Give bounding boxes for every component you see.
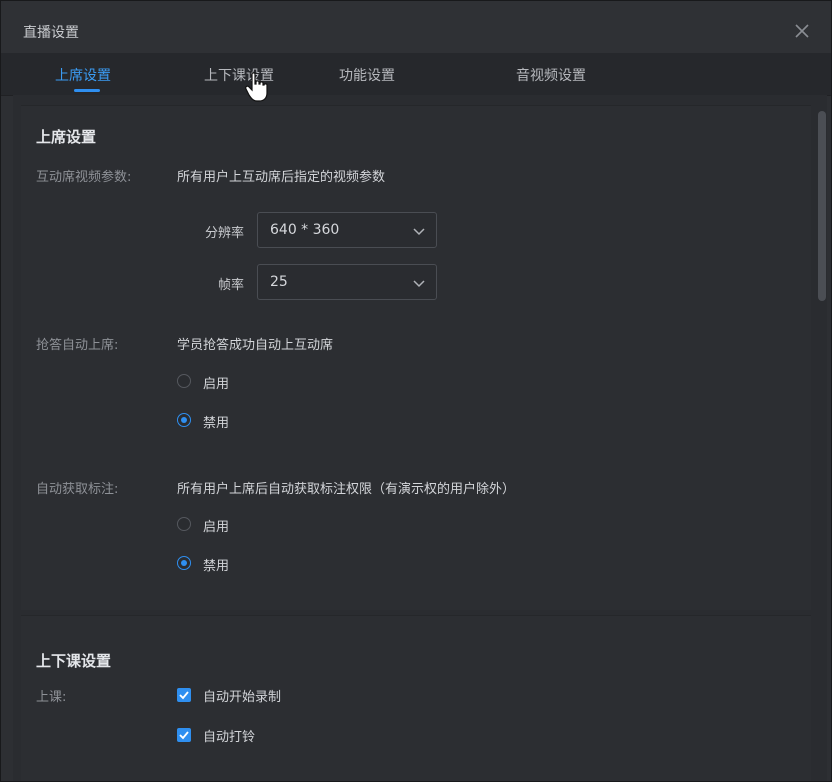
start-class-label: 上课: bbox=[36, 690, 67, 705]
framerate-label: 帧率 bbox=[217, 278, 244, 293]
resolution-select[interactable]: 640 * 360 bbox=[257, 212, 437, 248]
live-settings-dialog: 直播设置 上席设置 上下课设置 功能设置 音视频设置 上席设置 互动席视频参数:… bbox=[0, 0, 832, 782]
radio-button[interactable] bbox=[177, 374, 191, 388]
chevron-down-icon bbox=[412, 275, 426, 289]
video-params-description: 所有用户上互动席后指定的视频参数 bbox=[177, 170, 386, 185]
close-icon[interactable] bbox=[792, 21, 812, 41]
active-tab-indicator bbox=[74, 89, 100, 92]
radio-label: 禁用 bbox=[203, 416, 230, 431]
tab-bar: 上席设置 上下课设置 功能设置 音视频设置 bbox=[1, 53, 831, 96]
auto-seat-description: 学员抢答成功自动上互动席 bbox=[177, 338, 334, 353]
video-params-label: 互动席视频参数: bbox=[36, 170, 132, 185]
section-title-class: 上下课设置 bbox=[36, 652, 112, 670]
checkbox-label: 自动打铃 bbox=[203, 730, 256, 745]
radio-button-selected[interactable] bbox=[177, 556, 191, 570]
resolution-label: 分辨率 bbox=[204, 226, 244, 241]
radio-label: 启用 bbox=[203, 520, 230, 535]
seat-settings-section: 上席设置 互动席视频参数: 所有用户上互动席后指定的视频参数 分辨率 640 *… bbox=[21, 105, 811, 610]
chevron-down-icon bbox=[412, 223, 426, 237]
checkbox-label: 自动开始录制 bbox=[203, 690, 282, 705]
settings-content: 上席设置 互动席视频参数: 所有用户上互动席后指定的视频参数 分辨率 640 *… bbox=[13, 95, 827, 781]
dialog-title: 直播设置 bbox=[23, 25, 79, 41]
section-title-seat: 上席设置 bbox=[36, 128, 97, 146]
title-bar: 直播设置 bbox=[1, 1, 831, 53]
tab-av-settings[interactable]: 音视频设置 bbox=[516, 65, 586, 85]
auto-seat-label: 抢答自动上席: bbox=[36, 338, 119, 353]
vertical-scrollbar[interactable] bbox=[818, 111, 826, 301]
framerate-select[interactable]: 25 bbox=[257, 264, 437, 300]
radio-label: 禁用 bbox=[203, 559, 230, 574]
checkbox-checked[interactable] bbox=[177, 728, 191, 742]
radio-button[interactable] bbox=[177, 517, 191, 531]
auto-annotate-description: 所有用户上席后自动获取标注权限（有演示权的用户除外） bbox=[177, 482, 516, 497]
tab-function-settings[interactable]: 功能设置 bbox=[339, 65, 395, 85]
class-settings-section: 上下课设置 上课: 自动开始录制 自动打铃 bbox=[21, 615, 811, 781]
tab-seat-settings[interactable]: 上席设置 bbox=[55, 65, 111, 85]
resolution-value: 640 * 360 bbox=[270, 222, 340, 238]
checkbox-checked[interactable] bbox=[177, 688, 191, 702]
radio-button-selected[interactable] bbox=[177, 413, 191, 427]
framerate-value: 25 bbox=[270, 274, 288, 290]
radio-label: 启用 bbox=[203, 377, 230, 392]
hand-cursor-icon bbox=[245, 71, 269, 103]
auto-annotate-label: 自动获取标注: bbox=[36, 482, 119, 497]
